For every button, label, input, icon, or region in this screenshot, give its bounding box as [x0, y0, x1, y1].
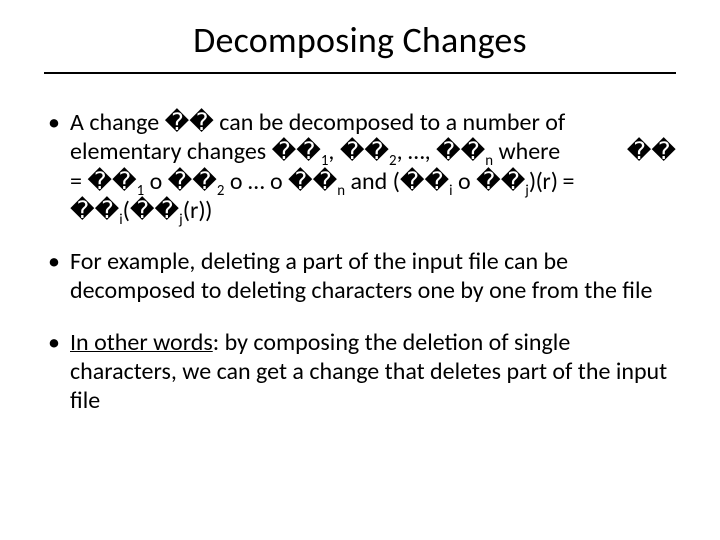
b1-pr: )(: [529, 167, 543, 196]
b1-ci: ��: [400, 168, 449, 195]
b1-eq: =: [70, 167, 87, 196]
b1-subn: n: [485, 151, 493, 169]
b1-c1: ,: [328, 137, 339, 166]
b1-t1: ��: [87, 168, 136, 195]
slide-title: Decomposing Changes: [44, 18, 676, 62]
b1-r1: r: [542, 167, 550, 196]
b1-o1: o: [144, 167, 168, 196]
b1-o3: o: [453, 167, 477, 196]
b1-c2: , …,: [397, 137, 436, 166]
b1-t2: ��: [168, 168, 217, 195]
slide: Decomposing Changes A change �� can be d…: [0, 0, 720, 540]
b1-rp: ) =: [551, 167, 574, 196]
b1-tail: )): [198, 196, 212, 225]
b1-di: ��: [70, 197, 119, 224]
bullet-3: In other words: by composing the deletio…: [44, 328, 676, 416]
bullet-2: For example, deleting a part of the inpu…: [44, 247, 676, 306]
b1-tn: ��: [288, 168, 337, 195]
b1-lp2: (: [183, 196, 190, 225]
b1-lp: (: [123, 196, 130, 225]
b1-o2: o … o: [224, 167, 288, 196]
b1-text-a: A change: [70, 108, 165, 137]
bullet-1: A change �� can be decomposed to a numbe…: [44, 108, 676, 225]
b1-s2: ��: [340, 138, 389, 165]
b1-rhs-symbol: ��: [627, 137, 676, 166]
b1-cj: ��: [476, 168, 525, 195]
b1-and: and (: [345, 167, 400, 196]
b1-change-symbol: ��: [165, 109, 214, 136]
b1-dj: ��: [130, 197, 179, 224]
title-rule: [44, 72, 676, 74]
b1-where: where: [493, 137, 560, 166]
b1-tsubn: n: [337, 180, 345, 198]
b3-lead: In other words: [70, 328, 213, 357]
b1-sn: ��: [436, 138, 485, 165]
b1-s1: ��: [272, 138, 321, 165]
bullet-list: A change �� can be decomposed to a numbe…: [44, 108, 676, 415]
